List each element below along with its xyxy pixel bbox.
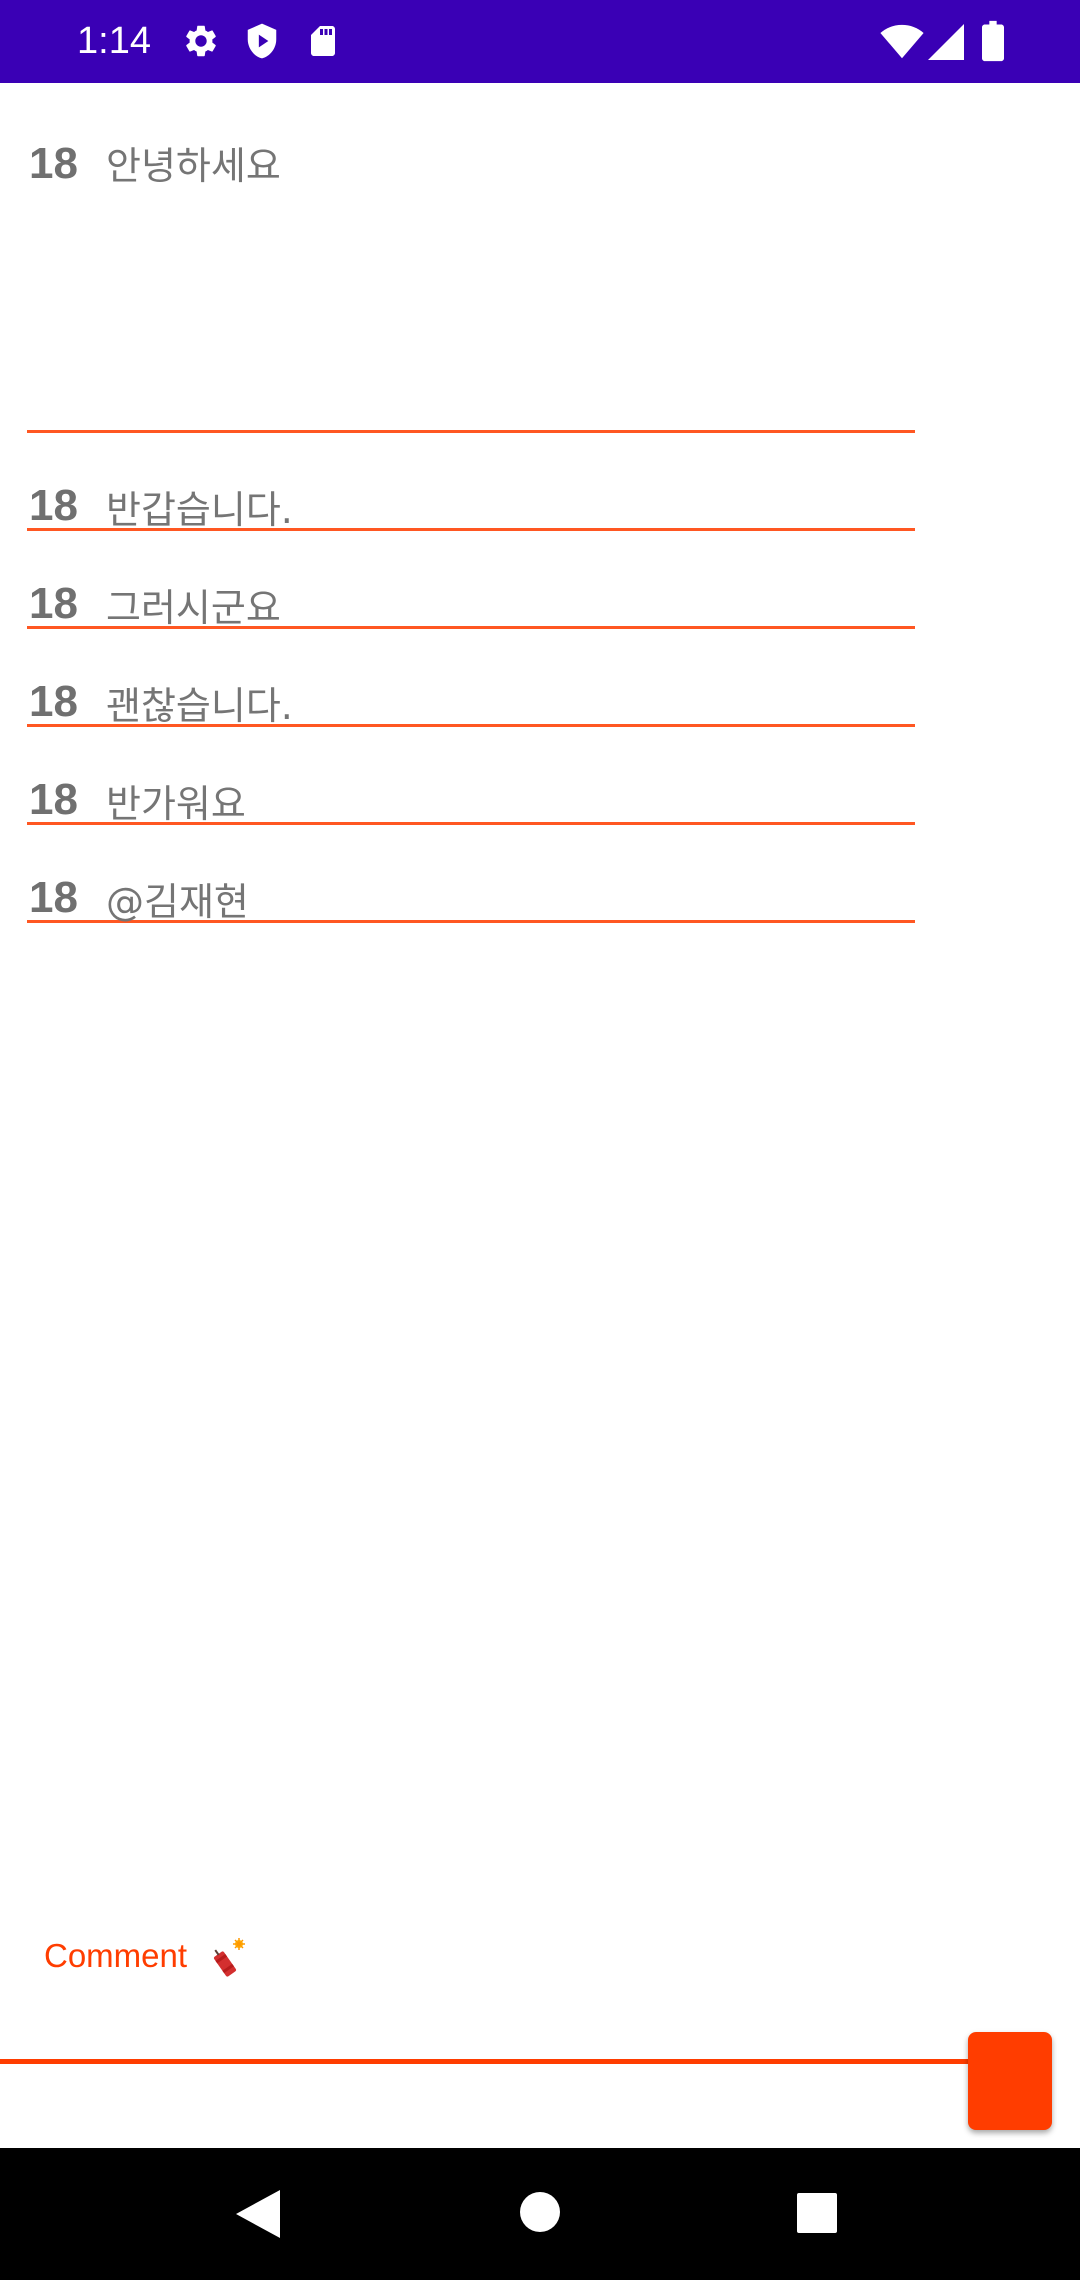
navigation-bar [0, 2148, 1080, 2280]
item-count: 18 [29, 579, 78, 628]
comment-underline [0, 2059, 968, 2064]
item-text[interactable]: 그러시군요 [106, 577, 281, 632]
item-count: 18 [29, 873, 78, 922]
sd-card-icon [311, 26, 335, 56]
comment-input[interactable]: Comment [44, 1937, 187, 1975]
item-text[interactable]: 반가워요 [106, 773, 246, 828]
item-text[interactable]: @김재현 [106, 871, 249, 926]
item-count: 18 [29, 481, 78, 530]
item-count: 18 [29, 677, 78, 726]
item-text[interactable]: 안녕하세요 [106, 135, 281, 190]
item-count: 18 [29, 139, 78, 188]
list-item[interactable]: 18 괜찮습니다. [27, 629, 915, 730]
list-item[interactable]: 18 반갑습니다. [27, 433, 915, 534]
item-text[interactable]: 반갑습니다. [106, 479, 293, 534]
status-time: 1:14 [77, 20, 151, 62]
battery-icon [982, 20, 1004, 62]
list-item[interactable]: 18 @김재현 [27, 825, 915, 926]
item-count: 18 [29, 775, 78, 824]
gear-icon [186, 25, 216, 57]
back-icon[interactable] [236, 2190, 280, 2238]
item-text[interactable]: 괜찮습니다. [106, 675, 293, 730]
list-item[interactable]: 18 반가워요 [27, 727, 915, 828]
status-bar: 1:14 [0, 0, 1080, 83]
send-button[interactable] [968, 2032, 1052, 2130]
list-item[interactable]: 18 안녕하세요 [27, 83, 915, 433]
list-item[interactable]: 18 그러시군요 [27, 531, 915, 632]
recents-icon[interactable] [797, 2193, 837, 2233]
wifi-icon [880, 24, 924, 59]
firecracker-icon [213, 1938, 245, 1977]
home-icon[interactable] [519, 2191, 561, 2233]
message-list: 18 안녕하세요 18 반갑습니다. 18 그러시군요 18 괜찮습니다. 18… [0, 83, 1080, 2148]
shield-play-icon [247, 23, 277, 59]
signal-icon [928, 24, 964, 60]
